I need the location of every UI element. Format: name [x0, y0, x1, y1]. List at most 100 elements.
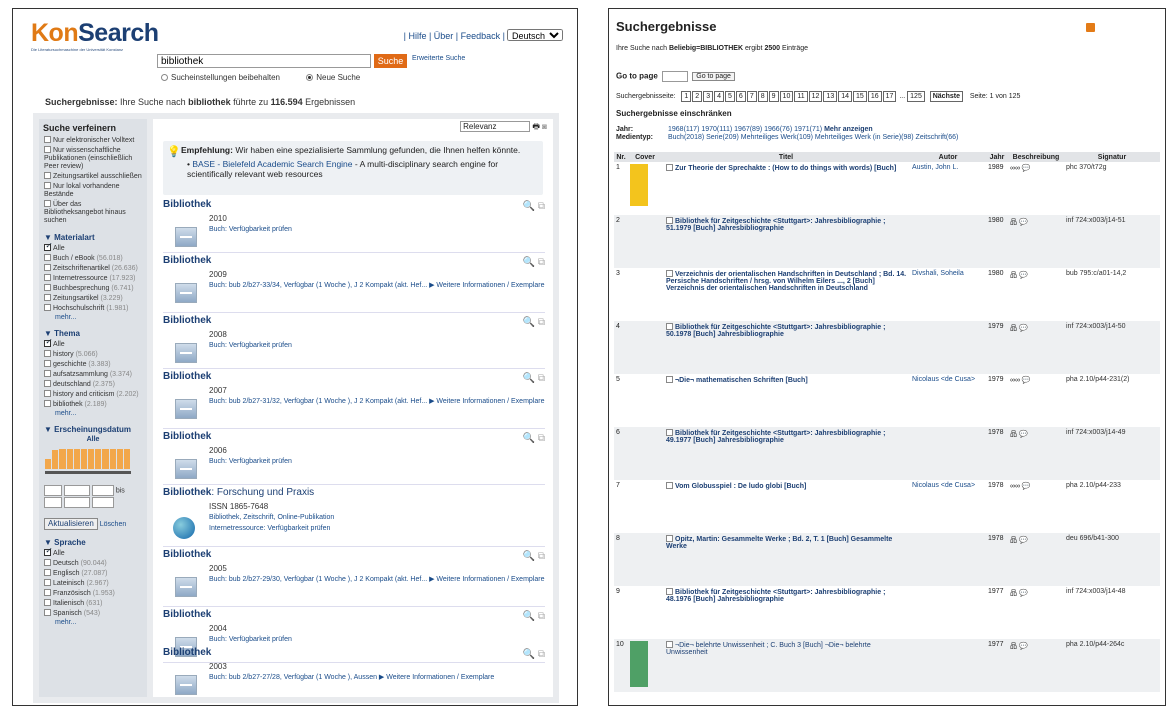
page-link[interactable]: 4	[714, 91, 725, 102]
record-title[interactable]: ¬Die¬ mathematischen Schriften [Buch]	[662, 374, 910, 427]
update-button[interactable]: Aktualisieren	[44, 518, 98, 530]
facet-item[interactable]: Alle	[44, 547, 142, 558]
record-title[interactable]: Zur Theorie der Sprechakte : (How to do …	[662, 162, 910, 215]
description-icons[interactable]: ∞∞ 💬	[1008, 162, 1064, 215]
facet-item[interactable]: Alle	[44, 242, 142, 253]
facet-item[interactable]: Deutsch (90.044)	[44, 559, 142, 568]
cover-image[interactable]	[630, 641, 648, 687]
availability-link[interactable]: Buch: bub 2/b27-29/30, Verfügbar (1 Woch…	[209, 575, 545, 584]
page-link[interactable]: 10	[779, 91, 794, 102]
record-author[interactable]: Austin, John L.	[910, 162, 986, 215]
facet-item[interactable]: Hochschulschrift (1.981)	[44, 304, 142, 313]
result-actions[interactable]: 🔍 ⧉	[523, 433, 545, 444]
cover-image[interactable]	[630, 164, 648, 206]
result-title[interactable]: Bibliothek	[163, 647, 545, 658]
record-title[interactable]: Bibliothek für Zeitgeschichte <Stuttgart…	[662, 586, 910, 639]
result-actions[interactable]: 🔍 ⧉	[523, 257, 545, 268]
facet-more-link[interactable]: mehr...	[55, 314, 147, 321]
availability-link[interactable]: Buch: bub 2/b27-31/32, Verfügbar (1 Woch…	[209, 397, 545, 406]
record-author[interactable]: Nicolaus <de Cusa>	[910, 374, 986, 427]
availability-link[interactable]: Buch: bub 2/b27-27/28, Verfügbar (1 Woch…	[209, 673, 545, 682]
facet-more-link[interactable]: mehr...	[55, 410, 147, 417]
page-link[interactable]: 9	[768, 91, 779, 102]
refine-option[interactable]: Über das Bibliotheksangebot hinaus suche…	[44, 200, 142, 225]
facet-item[interactable]: Französisch (1.953)	[44, 589, 142, 598]
date-range-bar[interactable]	[45, 471, 131, 474]
record-title[interactable]: Bibliothek für Zeitgeschichte <Stuttgart…	[662, 215, 910, 268]
page-link[interactable]: 11	[794, 91, 808, 102]
goto-page-input[interactable]	[662, 71, 689, 82]
radio-keep-settings[interactable]: Sucheinstellungen beibehalten	[161, 73, 292, 82]
refine-option[interactable]: Zeitungsartikel ausschließen	[44, 172, 142, 181]
facet-item[interactable]: Buch / eBook (56.018)	[44, 254, 142, 263]
page-link[interactable]: 15	[853, 91, 867, 102]
goto-page-button[interactable]: Go to page	[692, 72, 735, 81]
page-link[interactable]: 6	[735, 91, 746, 102]
result-title[interactable]: Bibliothek	[163, 371, 545, 382]
page-link-last[interactable]: 125	[907, 91, 925, 102]
page-link[interactable]: 17	[882, 91, 897, 102]
description-icons[interactable]: 品 💬	[1008, 268, 1064, 321]
facet-item[interactable]: Italienisch (631)	[44, 599, 142, 608]
page-link[interactable]: 12	[808, 91, 823, 102]
facet-item[interactable]: deutschland (2.375)	[44, 380, 142, 389]
record-title[interactable]: Verzeichnis der orientalischen Handschri…	[662, 268, 910, 321]
result-title[interactable]: Bibliothek	[163, 431, 545, 442]
description-icons[interactable]: 品 💬	[1008, 427, 1064, 480]
facet-item[interactable]: Spanisch (543)	[44, 609, 142, 618]
page-link[interactable]: 13	[823, 91, 838, 102]
print-icon[interactable]: 🖶	[532, 122, 540, 131]
facet-item[interactable]: aufsatzsammlung (3.374)	[44, 370, 142, 379]
record-title[interactable]: Bibliothek für Zeitgeschichte <Stuttgart…	[662, 427, 910, 480]
language-select[interactable]: Deutsch	[507, 29, 563, 41]
facet-item[interactable]: geschichte (3.383)	[44, 360, 142, 369]
filter-mediatype[interactable]: Medientyp: Buch(2018) Serie(209) Mehrteil…	[616, 134, 958, 142]
facet-item[interactable]: Buchbesprechung (6.741)	[44, 284, 142, 293]
sort-select[interactable]: Relevanz	[460, 121, 531, 133]
result-title[interactable]: Bibliothek: Forschung und Praxis	[163, 487, 545, 498]
record-author[interactable]: Divshali, Soheila	[910, 268, 986, 321]
facet-item[interactable]: bibliothek (2.189)	[44, 400, 142, 409]
facet-item[interactable]: history and criticism (2.202)	[44, 390, 142, 399]
facet-item[interactable]: Zeitschriftenartikel (26.636)	[44, 264, 142, 273]
result-actions[interactable]: 🔍 ⧉	[523, 611, 545, 622]
page-link[interactable]: 8	[757, 91, 768, 102]
facet-heading-thema[interactable]: ▼ Thema	[44, 329, 142, 338]
clear-link[interactable]: Löschen	[100, 521, 126, 528]
record-title[interactable]: Opitz, Martin: Gesammelte Werke ; Bd. 2,…	[662, 533, 910, 586]
record-title[interactable]: Vom Globusspiel : De ludo globi [Buch]	[662, 480, 910, 533]
top-links[interactable]: | Hilfe | Über | Feedback | Deutsch	[404, 29, 563, 41]
result-title[interactable]: Bibliothek	[163, 609, 545, 620]
konsearch-logo[interactable]: KonSearch	[31, 19, 159, 48]
facet-item[interactable]: history (5.066)	[44, 350, 142, 359]
refine-option[interactable]: Nur wissenschaftliche Publikationen (ein…	[44, 146, 142, 171]
availability-link[interactable]: Internetressource: Verfügbarkeit prüfen	[209, 524, 545, 533]
facet-item[interactable]: Englisch (27.087)	[44, 569, 142, 578]
facet-item[interactable]: Lateinisch (2.967)	[44, 579, 142, 588]
availability-link[interactable]: Buch: Verfügbarkeit prüfen	[209, 225, 545, 234]
date-slider[interactable]	[39, 445, 147, 485]
record-title[interactable]: Bibliothek für Zeitgeschichte <Stuttgart…	[662, 321, 910, 374]
facet-item[interactable]: Zeitungsartikel (3.229)	[44, 294, 142, 303]
description-icons[interactable]: 品 💬	[1008, 215, 1064, 268]
result-actions[interactable]: 🔍 ⧉	[523, 373, 545, 384]
result-title[interactable]: Bibliothek	[163, 255, 545, 266]
description-icons[interactable]: ∞∞ 💬	[1008, 480, 1064, 533]
search-input[interactable]	[157, 54, 371, 68]
facet-heading-datum[interactable]: ▼ Erscheinungsdatum	[44, 425, 142, 434]
result-actions[interactable]: 🔍 ⧉	[523, 201, 545, 212]
page-link[interactable]: 16	[867, 91, 882, 102]
facet-heading-sprache[interactable]: ▼ Sprache	[44, 538, 142, 547]
base-link[interactable]: BASE - Bielefeld Academic Search Engine	[192, 159, 352, 169]
result-actions[interactable]: 🔍 ⧉	[523, 317, 545, 328]
search-button[interactable]: Suche	[374, 54, 407, 68]
facet-heading-materialart[interactable]: ▼ Materialart	[44, 233, 142, 242]
result-title[interactable]: Bibliothek	[163, 549, 545, 560]
facet-item[interactable]: Alle	[44, 338, 142, 349]
page-link[interactable]: 14	[838, 91, 853, 102]
refine-option[interactable]: Nur lokal vorhandene Bestände	[44, 182, 142, 199]
availability-link[interactable]: Buch: Verfügbarkeit prüfen	[209, 635, 545, 644]
record-author[interactable]: Nicolaus <de Cusa>	[910, 480, 986, 533]
next-page-button[interactable]: Nächste	[929, 91, 963, 102]
page-link[interactable]: 3	[703, 91, 714, 102]
